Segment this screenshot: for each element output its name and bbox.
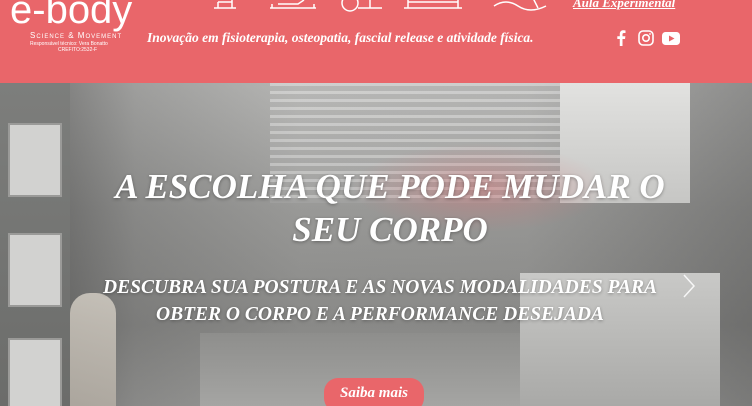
header-tagline: Inovação em fisioterapia, osteopatia, fa…	[147, 30, 534, 45]
logo-crefito: CREFITO:2532-F	[58, 47, 98, 53]
facebook-icon[interactable]	[612, 29, 630, 47]
wall-certificate	[8, 233, 62, 307]
stretch-icon[interactable]	[492, 0, 548, 12]
cadillac-icon[interactable]	[402, 0, 464, 12]
wall-certificate	[8, 338, 62, 406]
instagram-icon[interactable]	[637, 29, 655, 47]
wall-certificate	[8, 123, 62, 197]
logo[interactable]: e-body Science & Movement Responsável té…	[10, 0, 140, 58]
site-header: e-body Science & Movement Responsável té…	[0, 0, 752, 83]
hero-subtitle: DESCUBRA SUA POSTURA E AS NOVAS MODALIDA…	[103, 277, 657, 325]
hero-title: A ESCOLHA QUE PODE MUDAR O SEU CORPO	[115, 167, 665, 249]
hero-banner: A ESCOLHA QUE PODE MUDAR O SEU CORPO DES…	[0, 83, 752, 406]
chair-exercise-icon[interactable]	[212, 0, 238, 12]
reformer-icon[interactable]	[268, 0, 318, 12]
barrel-icon[interactable]	[340, 0, 384, 12]
saiba-mais-button[interactable]: Saiba mais	[324, 378, 424, 406]
logo-tagline: Science & Movement	[30, 31, 123, 40]
aula-experimental-link[interactable]: Aula Experimental	[573, 0, 675, 11]
logo-wordmark: e-body	[10, 0, 133, 32]
chevron-right-icon[interactable]	[682, 273, 696, 299]
youtube-icon[interactable]	[662, 29, 680, 47]
